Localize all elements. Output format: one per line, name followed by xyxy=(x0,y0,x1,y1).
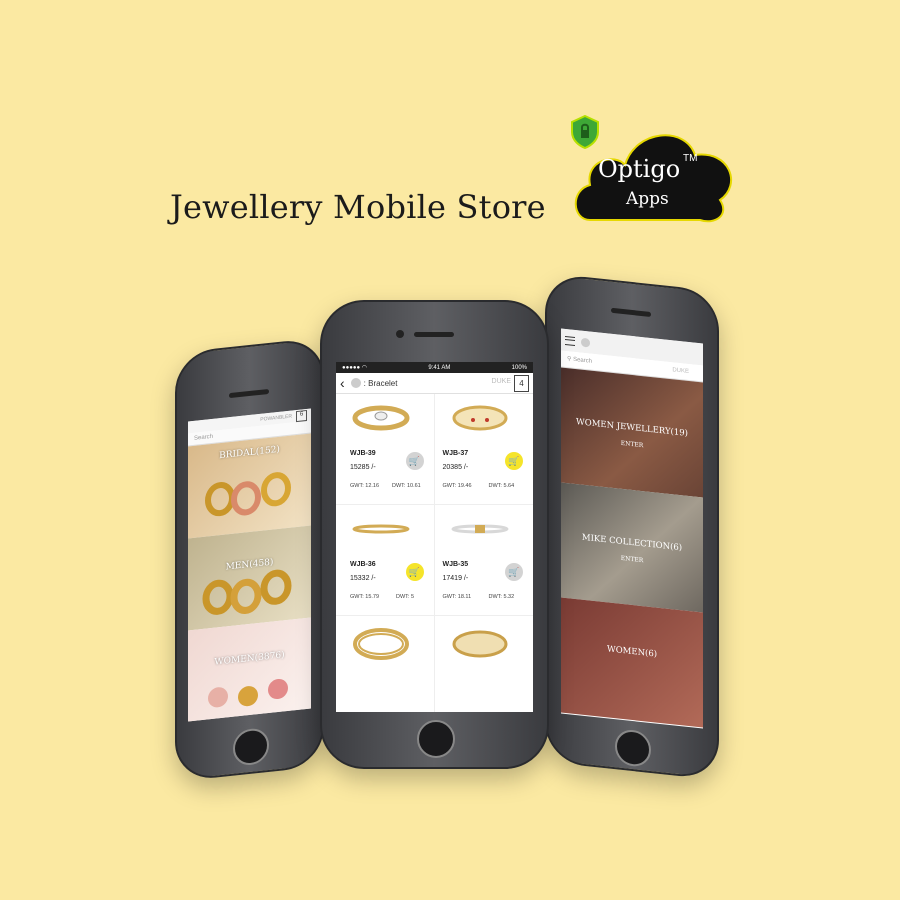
product-code: WJB-39 xyxy=(350,450,376,457)
product-price: 20385 /- xyxy=(442,464,469,471)
speaker xyxy=(414,332,454,337)
product-price: 15285 /- xyxy=(350,464,376,471)
home-button[interactable] xyxy=(417,720,455,758)
product-dwt: DWT: 10.61 xyxy=(392,483,421,489)
cart-icon[interactable]: 🛒 xyxy=(405,563,424,581)
collection-women-jewellery[interactable]: WOMEN JEWELLERY(19) ENTER xyxy=(561,367,703,498)
product-card[interactable]: WJB-39 15285 /- 🛒 GWT: 12.16 DWT: 10.61 xyxy=(336,394,435,505)
screen-categories: POWANBLER 6 Search BRIDAL(152) MEN(458) … xyxy=(188,408,311,722)
logo-name: Optigo xyxy=(598,155,681,183)
product-card[interactable] xyxy=(336,616,435,712)
bracelet-image xyxy=(353,628,409,660)
product-card[interactable] xyxy=(435,616,534,712)
page-title: : Bracelet xyxy=(363,378,398,388)
product-gwt: GWT: 12.16 xyxy=(350,483,380,489)
optigo-logo: Optigo TM Apps xyxy=(570,115,745,230)
right-search-placeholder: Search xyxy=(573,356,593,365)
product-code: WJB-37 xyxy=(442,450,469,457)
status-battery: 100% xyxy=(511,364,527,371)
status-carrier: ●●●●● ◠ xyxy=(342,365,368,371)
product-card[interactable]: WJB-35 17419 /- 🛒 GWT: 18.11 DWT: 5.32 xyxy=(434,505,533,616)
right-username: DUKE xyxy=(672,367,689,375)
nav-bar: ‹ : Bracelet DUKE 4 xyxy=(336,373,533,394)
phone-left: POWANBLER 6 Search BRIDAL(152) MEN(458) … xyxy=(175,337,324,782)
rings-image xyxy=(208,678,288,708)
username: DUKE xyxy=(491,378,511,385)
front-camera xyxy=(396,330,404,338)
category-bridal[interactable]: BRIDAL(152) xyxy=(188,433,311,539)
collection-mike[interactable]: MIKE COLLECTION(6) ENTER xyxy=(561,482,703,613)
page-headline: Jewellery Mobile Store xyxy=(170,188,546,226)
product-gwt: GWT: 15.79 xyxy=(350,594,380,600)
phone-right: ⚲ Search DUKE 4 WOMEN JEWELLERY(19) ENTE… xyxy=(545,272,719,781)
product-card[interactable]: WJB-36 15332 /- 🛒 GWT: 15.79 DWT: 5 xyxy=(336,505,435,616)
cart-icon[interactable]: 🛒 xyxy=(505,563,523,581)
collection-women[interactable]: WOMEN(6) xyxy=(561,597,703,728)
product-code: WJB-36 xyxy=(350,561,376,568)
back-icon[interactable]: ‹ xyxy=(340,375,345,391)
left-cart-count[interactable]: 6 xyxy=(296,409,307,422)
bracelet-image xyxy=(451,524,508,534)
screen-collections: ⚲ Search DUKE 4 WOMEN JEWELLERY(19) ENTE… xyxy=(561,328,703,729)
collection-label: WOMEN(6) xyxy=(606,644,658,660)
logo-apps: Apps xyxy=(626,189,669,209)
product-grid: WJB-39 15285 /- 🛒 GWT: 12.16 DWT: 10.61 … xyxy=(336,394,533,712)
product-code: WJB-35 xyxy=(442,561,469,568)
cart-bag-icon[interactable]: 4 xyxy=(514,375,529,392)
rings-image xyxy=(205,472,291,517)
speaker xyxy=(229,388,269,399)
category-women[interactable]: WOMEN(3876) xyxy=(188,617,311,722)
cart-icon[interactable]: 🛒 xyxy=(505,452,523,470)
bracelet-image xyxy=(352,405,410,431)
bracelet-image xyxy=(352,524,410,534)
home-button[interactable] xyxy=(233,726,269,767)
status-time: 9:41 AM xyxy=(428,364,451,371)
product-card[interactable]: WJB-37 20385 /- 🛒 GWT: 19.46 DWT: 5.64 xyxy=(434,394,533,505)
bracelet-image xyxy=(452,630,507,658)
avatar xyxy=(581,337,590,348)
status-bar: ●●●●● ◠ 9:41 AM 100% xyxy=(336,362,533,373)
bracelet-image xyxy=(452,405,507,431)
phone-center: ●●●●● ◠ 9:41 AM 100% ‹ : Bracelet DUKE 4… xyxy=(320,300,549,769)
product-gwt: GWT: 19.46 xyxy=(442,483,472,489)
logo-trademark: TM xyxy=(683,153,698,164)
product-price: 15332 /- xyxy=(350,575,376,582)
product-dwt: DWT: 5.32 xyxy=(488,594,515,600)
rings-image xyxy=(202,569,292,615)
home-button[interactable] xyxy=(615,728,651,768)
product-gwt: GWT: 18.11 xyxy=(442,594,472,600)
avatar xyxy=(350,378,361,388)
product-dwt: DWT: 5 xyxy=(396,594,415,600)
product-dwt: DWT: 5.64 xyxy=(488,483,515,489)
speaker xyxy=(611,307,651,317)
screen-bracelet-list: ●●●●● ◠ 9:41 AM 100% ‹ : Bracelet DUKE 4… xyxy=(336,362,533,712)
menu-icon[interactable] xyxy=(565,335,575,346)
left-username: POWANBLER xyxy=(260,413,292,423)
category-men[interactable]: MEN(458) xyxy=(188,525,311,631)
shield-lock-icon xyxy=(571,115,599,149)
product-price: 17419 /- xyxy=(442,575,469,582)
cart-icon[interactable]: 🛒 xyxy=(405,452,424,470)
